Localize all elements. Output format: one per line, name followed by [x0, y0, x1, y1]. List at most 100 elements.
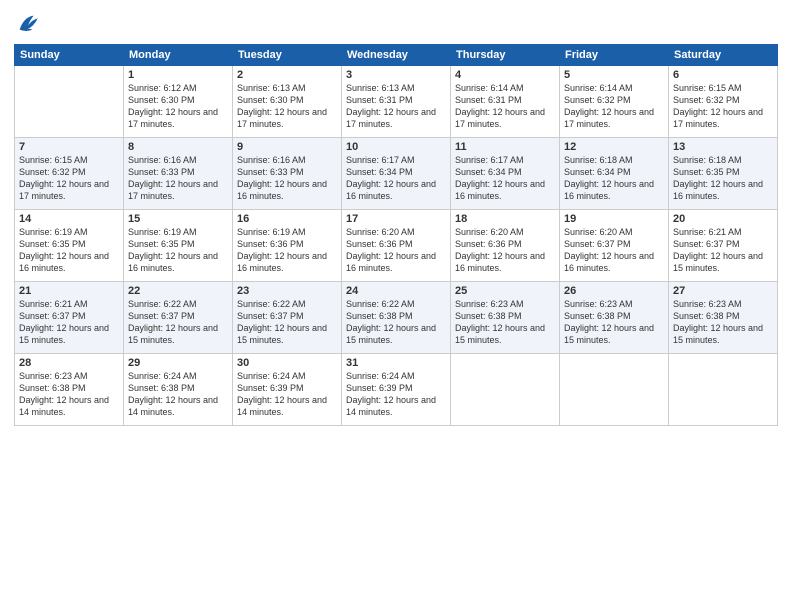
calendar-cell: 17Sunrise: 6:20 AM Sunset: 6:36 PM Dayli…: [342, 210, 451, 282]
calendar-cell: 5Sunrise: 6:14 AM Sunset: 6:32 PM Daylig…: [560, 66, 669, 138]
week-row-2: 7Sunrise: 6:15 AM Sunset: 6:32 PM Daylig…: [15, 138, 778, 210]
week-row-1: 1Sunrise: 6:12 AM Sunset: 6:30 PM Daylig…: [15, 66, 778, 138]
header-friday: Friday: [560, 45, 669, 66]
calendar-cell: 4Sunrise: 6:14 AM Sunset: 6:31 PM Daylig…: [451, 66, 560, 138]
day-number: 2: [237, 69, 337, 81]
header-sunday: Sunday: [15, 45, 124, 66]
day-info: Sunrise: 6:22 AM Sunset: 6:38 PM Dayligh…: [346, 298, 446, 347]
day-info: Sunrise: 6:23 AM Sunset: 6:38 PM Dayligh…: [673, 298, 773, 347]
day-info: Sunrise: 6:20 AM Sunset: 6:36 PM Dayligh…: [346, 226, 446, 275]
day-info: Sunrise: 6:19 AM Sunset: 6:36 PM Dayligh…: [237, 226, 337, 275]
calendar-cell: 22Sunrise: 6:22 AM Sunset: 6:37 PM Dayli…: [124, 282, 233, 354]
day-info: Sunrise: 6:20 AM Sunset: 6:36 PM Dayligh…: [455, 226, 555, 275]
calendar-cell: 12Sunrise: 6:18 AM Sunset: 6:34 PM Dayli…: [560, 138, 669, 210]
day-info: Sunrise: 6:23 AM Sunset: 6:38 PM Dayligh…: [19, 370, 119, 419]
header-monday: Monday: [124, 45, 233, 66]
calendar-cell: 31Sunrise: 6:24 AM Sunset: 6:39 PM Dayli…: [342, 354, 451, 426]
calendar-cell: 15Sunrise: 6:19 AM Sunset: 6:35 PM Dayli…: [124, 210, 233, 282]
day-info: Sunrise: 6:13 AM Sunset: 6:30 PM Dayligh…: [237, 82, 337, 131]
calendar-cell: 10Sunrise: 6:17 AM Sunset: 6:34 PM Dayli…: [342, 138, 451, 210]
day-number: 17: [346, 213, 446, 225]
calendar-cell: 16Sunrise: 6:19 AM Sunset: 6:36 PM Dayli…: [233, 210, 342, 282]
day-info: Sunrise: 6:23 AM Sunset: 6:38 PM Dayligh…: [564, 298, 664, 347]
day-info: Sunrise: 6:21 AM Sunset: 6:37 PM Dayligh…: [673, 226, 773, 275]
day-info: Sunrise: 6:22 AM Sunset: 6:37 PM Dayligh…: [237, 298, 337, 347]
calendar-cell: 21Sunrise: 6:21 AM Sunset: 6:37 PM Dayli…: [15, 282, 124, 354]
header-saturday: Saturday: [669, 45, 778, 66]
day-number: 26: [564, 285, 664, 297]
day-info: Sunrise: 6:16 AM Sunset: 6:33 PM Dayligh…: [128, 154, 228, 203]
calendar-cell: 9Sunrise: 6:16 AM Sunset: 6:33 PM Daylig…: [233, 138, 342, 210]
day-number: 12: [564, 141, 664, 153]
calendar-cell: 30Sunrise: 6:24 AM Sunset: 6:39 PM Dayli…: [233, 354, 342, 426]
calendar-cell: 1Sunrise: 6:12 AM Sunset: 6:30 PM Daylig…: [124, 66, 233, 138]
logo-bird-icon: [14, 10, 42, 38]
calendar-table: SundayMondayTuesdayWednesdayThursdayFrid…: [14, 44, 778, 426]
calendar-cell: 6Sunrise: 6:15 AM Sunset: 6:32 PM Daylig…: [669, 66, 778, 138]
calendar-cell: 7Sunrise: 6:15 AM Sunset: 6:32 PM Daylig…: [15, 138, 124, 210]
calendar-cell: 19Sunrise: 6:20 AM Sunset: 6:37 PM Dayli…: [560, 210, 669, 282]
day-number: 23: [237, 285, 337, 297]
calendar-cell: 2Sunrise: 6:13 AM Sunset: 6:30 PM Daylig…: [233, 66, 342, 138]
day-number: 29: [128, 357, 228, 369]
calendar-cell: 13Sunrise: 6:18 AM Sunset: 6:35 PM Dayli…: [669, 138, 778, 210]
day-number: 28: [19, 357, 119, 369]
day-info: Sunrise: 6:15 AM Sunset: 6:32 PM Dayligh…: [673, 82, 773, 131]
day-info: Sunrise: 6:18 AM Sunset: 6:34 PM Dayligh…: [564, 154, 664, 203]
day-number: 15: [128, 213, 228, 225]
week-row-5: 28Sunrise: 6:23 AM Sunset: 6:38 PM Dayli…: [15, 354, 778, 426]
calendar-cell: [560, 354, 669, 426]
day-info: Sunrise: 6:23 AM Sunset: 6:38 PM Dayligh…: [455, 298, 555, 347]
day-number: 1: [128, 69, 228, 81]
calendar-cell: [451, 354, 560, 426]
calendar-cell: 26Sunrise: 6:23 AM Sunset: 6:38 PM Dayli…: [560, 282, 669, 354]
calendar-cell: 29Sunrise: 6:24 AM Sunset: 6:38 PM Dayli…: [124, 354, 233, 426]
day-number: 14: [19, 213, 119, 225]
calendar-cell: 14Sunrise: 6:19 AM Sunset: 6:35 PM Dayli…: [15, 210, 124, 282]
day-number: 6: [673, 69, 773, 81]
day-number: 7: [19, 141, 119, 153]
day-number: 21: [19, 285, 119, 297]
header-tuesday: Tuesday: [233, 45, 342, 66]
day-number: 3: [346, 69, 446, 81]
day-number: 30: [237, 357, 337, 369]
day-info: Sunrise: 6:17 AM Sunset: 6:34 PM Dayligh…: [346, 154, 446, 203]
calendar-cell: 18Sunrise: 6:20 AM Sunset: 6:36 PM Dayli…: [451, 210, 560, 282]
day-number: 16: [237, 213, 337, 225]
day-number: 8: [128, 141, 228, 153]
day-number: 20: [673, 213, 773, 225]
day-number: 11: [455, 141, 555, 153]
day-number: 13: [673, 141, 773, 153]
calendar-cell: 25Sunrise: 6:23 AM Sunset: 6:38 PM Dayli…: [451, 282, 560, 354]
day-number: 18: [455, 213, 555, 225]
day-number: 22: [128, 285, 228, 297]
day-number: 4: [455, 69, 555, 81]
day-info: Sunrise: 6:18 AM Sunset: 6:35 PM Dayligh…: [673, 154, 773, 203]
day-info: Sunrise: 6:13 AM Sunset: 6:31 PM Dayligh…: [346, 82, 446, 131]
calendar-header-row: SundayMondayTuesdayWednesdayThursdayFrid…: [15, 45, 778, 66]
calendar-cell: [15, 66, 124, 138]
day-info: Sunrise: 6:17 AM Sunset: 6:34 PM Dayligh…: [455, 154, 555, 203]
day-info: Sunrise: 6:15 AM Sunset: 6:32 PM Dayligh…: [19, 154, 119, 203]
day-number: 24: [346, 285, 446, 297]
calendar-cell: 8Sunrise: 6:16 AM Sunset: 6:33 PM Daylig…: [124, 138, 233, 210]
calendar-cell: [669, 354, 778, 426]
day-info: Sunrise: 6:19 AM Sunset: 6:35 PM Dayligh…: [128, 226, 228, 275]
week-row-4: 21Sunrise: 6:21 AM Sunset: 6:37 PM Dayli…: [15, 282, 778, 354]
calendar-cell: 28Sunrise: 6:23 AM Sunset: 6:38 PM Dayli…: [15, 354, 124, 426]
day-info: Sunrise: 6:19 AM Sunset: 6:35 PM Dayligh…: [19, 226, 119, 275]
header: [14, 10, 778, 38]
day-info: Sunrise: 6:21 AM Sunset: 6:37 PM Dayligh…: [19, 298, 119, 347]
calendar-cell: 3Sunrise: 6:13 AM Sunset: 6:31 PM Daylig…: [342, 66, 451, 138]
day-number: 27: [673, 285, 773, 297]
week-row-3: 14Sunrise: 6:19 AM Sunset: 6:35 PM Dayli…: [15, 210, 778, 282]
day-number: 25: [455, 285, 555, 297]
day-info: Sunrise: 6:22 AM Sunset: 6:37 PM Dayligh…: [128, 298, 228, 347]
day-number: 19: [564, 213, 664, 225]
header-wednesday: Wednesday: [342, 45, 451, 66]
day-number: 9: [237, 141, 337, 153]
calendar-cell: 27Sunrise: 6:23 AM Sunset: 6:38 PM Dayli…: [669, 282, 778, 354]
calendar-cell: 24Sunrise: 6:22 AM Sunset: 6:38 PM Dayli…: [342, 282, 451, 354]
day-info: Sunrise: 6:14 AM Sunset: 6:32 PM Dayligh…: [564, 82, 664, 131]
calendar-cell: 23Sunrise: 6:22 AM Sunset: 6:37 PM Dayli…: [233, 282, 342, 354]
